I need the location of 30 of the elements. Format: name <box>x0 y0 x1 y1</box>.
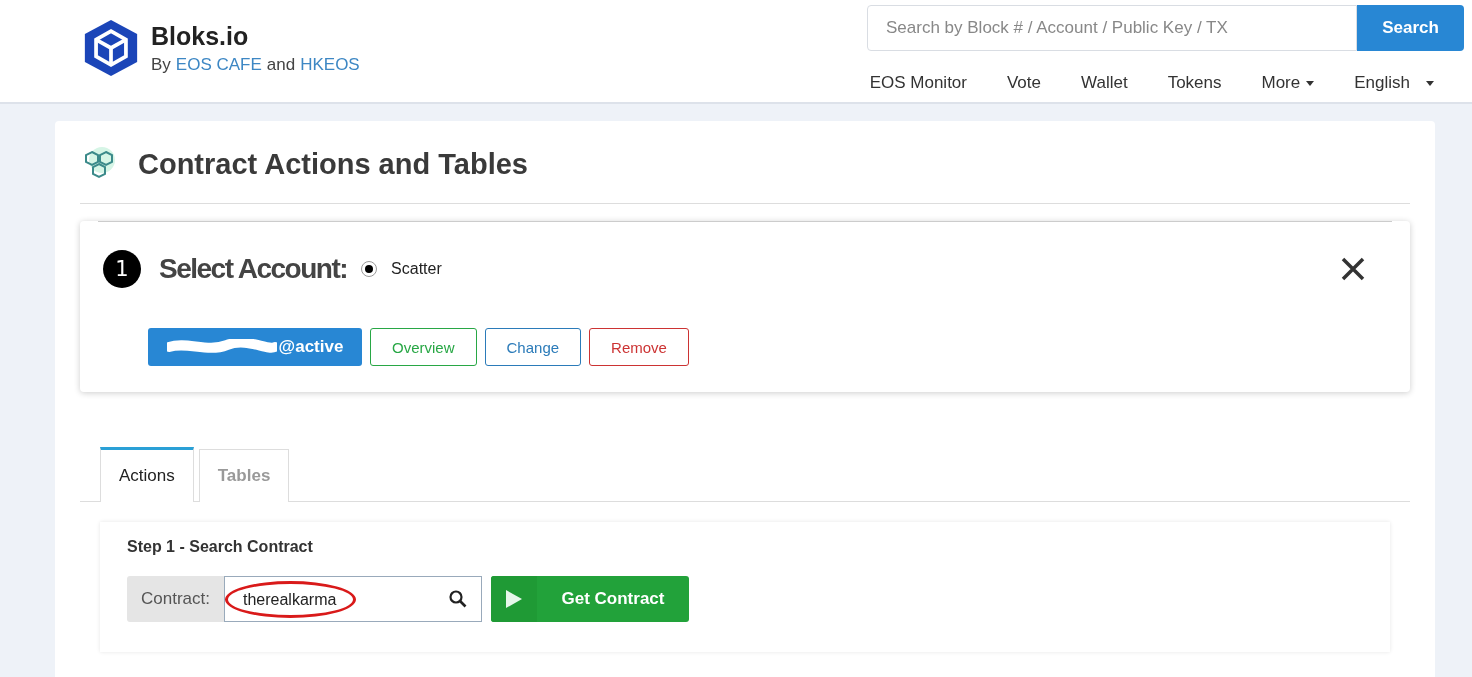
field-label: Contract: <box>127 576 224 622</box>
account-button[interactable]: @active <box>148 328 362 366</box>
outline-button[interactable]: Change <box>484 328 582 366</box>
byline-text: By <box>151 54 171 75</box>
nav-link[interactable]: EOS Monitor <box>869 73 967 93</box>
nav-link[interactable]: English <box>1354 73 1434 93</box>
byline-text: and <box>266 54 296 75</box>
play-icon <box>506 590 522 608</box>
nav-link[interactable]: Wallet <box>1081 73 1128 93</box>
contract-input-field[interactable]: therealkarma <box>224 576 482 622</box>
brand-name[interactable]: Bloks.io <box>151 21 360 51</box>
section-title: Select Account: <box>159 253 348 285</box>
nav-link[interactable]: More <box>1261 73 1315 93</box>
step-title: Step 1 - Search Contract <box>127 538 314 556</box>
nav-link[interactable]: Tokens <box>1167 73 1222 93</box>
step-number-badge: 1 <box>103 250 141 288</box>
close-icon[interactable] <box>1340 256 1366 282</box>
page-title: Contract Actions and Tables <box>138 147 528 181</box>
search-button[interactable]: Search <box>1357 5 1464 51</box>
eos-cafe-link[interactable]: EOS CAFE <box>175 54 262 75</box>
cube-logo-icon <box>83 17 139 79</box>
hkeos-link[interactable]: HKEOS <box>300 54 360 75</box>
tab[interactable]: Actions <box>100 447 194 502</box>
search-field[interactable]: Search by Block # / Account / Public Key / TX <box>867 5 1357 51</box>
search-icon[interactable] <box>449 590 467 608</box>
redaction-scribble-icon <box>166 339 277 355</box>
radio-label[interactable]: Scatter <box>391 260 442 278</box>
field-value: therealkarma <box>243 590 337 608</box>
outline-button[interactable]: Remove <box>589 328 689 366</box>
nav-link[interactable]: Vote <box>1006 73 1041 93</box>
